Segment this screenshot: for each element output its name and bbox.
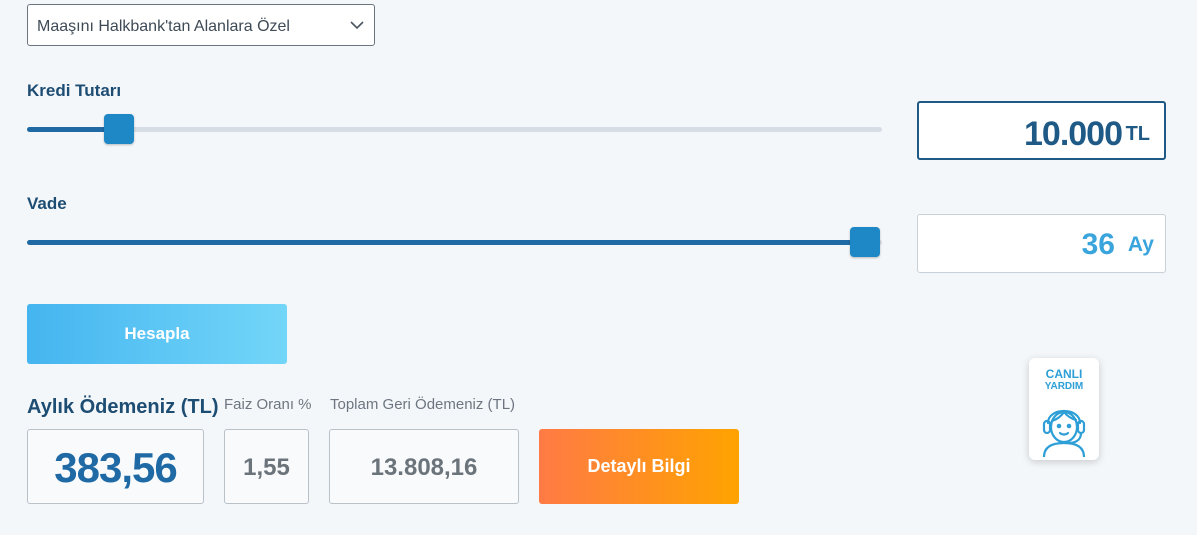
amount-slider-track[interactable] [27,127,882,132]
interest-rate-box: 1,55 [224,429,309,504]
amount-unit: TL [1125,123,1150,145]
term-slider[interactable] [27,227,882,257]
term-unit: Ay [1127,233,1154,256]
interest-rate-title: Faiz Oranı % [224,396,312,413]
term-slider-handle[interactable] [849,227,880,257]
amount-slider[interactable] [27,114,882,144]
amount-slider-handle[interactable] [104,114,135,144]
chevron-down-icon [350,21,364,30]
live-help-widget[interactable]: CANLI YARDIM [1029,358,1099,460]
calculate-button[interactable]: Hesapla [27,304,287,364]
live-help-line1: CANLI [1045,367,1083,381]
amount-label: Kredi Tutarı [27,81,122,100]
term-value: 36 [1081,228,1115,261]
loan-type-value: Maaşını Halkbank'tan Alanlara Özel [37,18,290,35]
amount-input[interactable]: 10.000 TL [917,101,1166,160]
total-repayment-title: Toplam Geri Ödemeniz (TL) [330,396,516,413]
term-slider-fill [27,240,865,245]
live-help-line2: YARDIM [1044,381,1084,392]
loan-type-select[interactable]: Maaşını Halkbank'tan Alanlara Özel [27,4,375,46]
amount-value: 10.000 [1024,115,1123,153]
monthly-payment-title: Aylık Ödemeniz (TL) [27,396,219,418]
support-agent-icon [1042,409,1086,457]
term-input[interactable]: 36 Ay [917,214,1166,273]
monthly-payment-box: 383,56 [27,429,204,504]
loan-calculator: Maaşını Halkbank'tan Alanlara Özel Kredi… [0,0,1197,535]
monthly-payment-value: 383,56 [54,444,177,491]
details-button[interactable]: Detaylı Bilgi [539,429,739,504]
interest-rate-value: 1,55 [243,454,290,481]
total-repayment-box: 13.808,16 [329,429,519,504]
total-repayment-value: 13.808,16 [370,454,478,481]
term-label: Vade [27,194,67,213]
